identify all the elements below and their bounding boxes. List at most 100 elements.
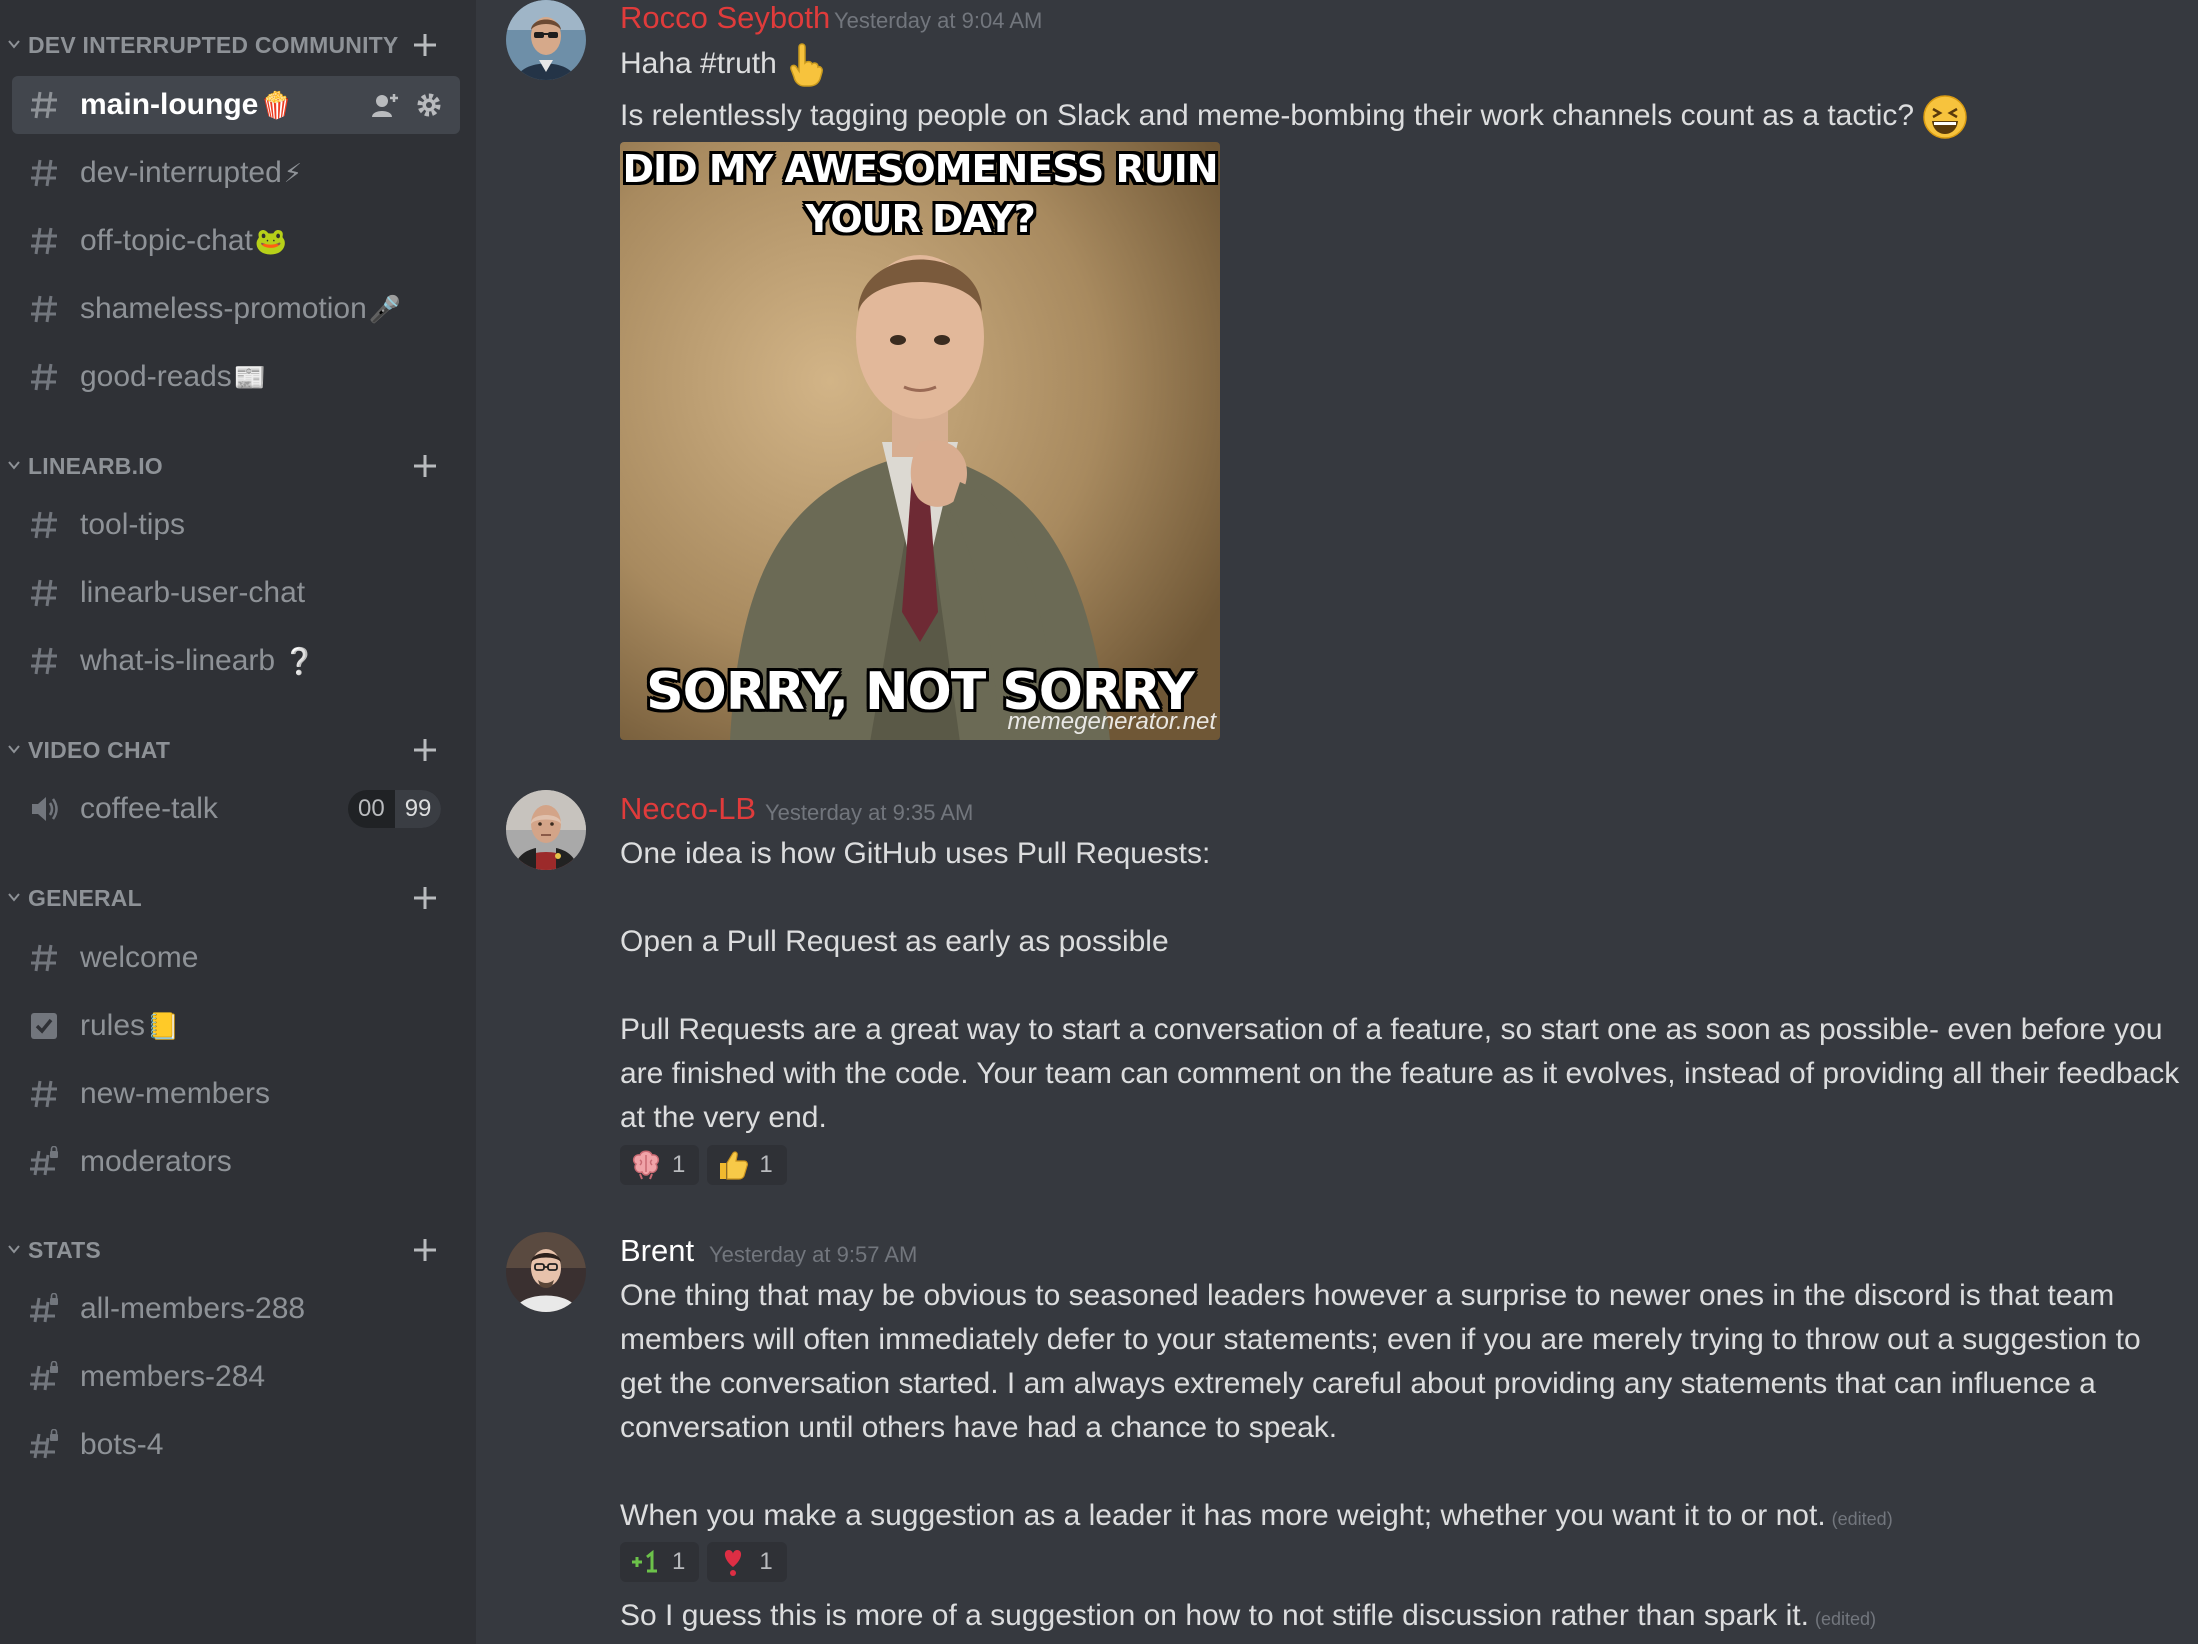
reaction-plus-one[interactable]: 1 — [620, 1542, 700, 1582]
chevron-down-icon — [8, 1245, 20, 1254]
brain-icon — [632, 1150, 660, 1180]
reaction-heart-exclamation[interactable]: 1 — [707, 1542, 787, 1582]
channel-moderators[interactable]: moderators — [12, 1133, 460, 1191]
chevron-down-icon — [8, 745, 20, 754]
message-author[interactable]: Rocco Seyboth — [620, 0, 830, 36]
message-timestamp: Yesterday at 9:57 AM — [709, 1242, 918, 1267]
category-linearb-io[interactable]: LINEARB.IO — [0, 449, 476, 489]
avatar[interactable] — [506, 790, 586, 870]
hash-icon — [31, 579, 57, 607]
invite-user-icon[interactable] — [370, 90, 400, 120]
message-text: Is relentlessly tagging people on Slack … — [620, 99, 1915, 132]
channel-shameless-promotion[interactable]: shameless-promotion🎤 — [12, 280, 460, 338]
category-label: STATS — [28, 1237, 101, 1263]
add-channel-icon[interactable] — [410, 30, 440, 60]
lightning-emoji: ⚡ — [283, 158, 303, 188]
category-label: LINEARB.IO — [28, 453, 163, 479]
meme-image[interactable]: DID MY AWESOMENESS RUIN YOUR DAY? SORRY,… — [620, 142, 1220, 740]
meme-watermark: memegenerator.net — [1007, 708, 1216, 735]
ledger-emoji: 📒 — [147, 1011, 180, 1041]
hash-icon — [31, 227, 57, 255]
channel-members[interactable]: members-284 — [12, 1348, 460, 1406]
edited-label: (edited) — [1814, 1609, 1876, 1629]
speaker-icon — [32, 797, 58, 821]
channel-dev-interrupted[interactable]: dev-interrupted⚡ — [12, 144, 460, 202]
rules-checkbox-icon — [31, 1013, 57, 1039]
channel-name: coffee-talk — [80, 792, 218, 825]
locked-hash-icon — [30, 1146, 58, 1176]
category-label: VIDEO CHAT — [28, 737, 171, 763]
channel-off-topic-chat[interactable]: off-topic-chat🐸 — [12, 212, 460, 270]
voice-user-count: 00 — [358, 795, 385, 822]
microphone-emoji: 🎤 — [368, 294, 402, 324]
thumbs-up-icon — [720, 1151, 749, 1180]
message-text: When you make a suggestion as a leader i… — [620, 1499, 1826, 1532]
add-channel-icon[interactable] — [410, 735, 440, 765]
chevron-down-icon — [8, 461, 20, 470]
channel-name: rules — [80, 1009, 146, 1042]
category-stats[interactable]: STATS — [0, 1233, 476, 1273]
add-channel-icon[interactable] — [410, 883, 440, 913]
channel-linearb-user-chat[interactable]: linearb-user-chat — [12, 564, 460, 622]
category-general[interactable]: GENERAL — [0, 881, 476, 921]
channel-what-is-linearb[interactable]: what-is-linearb ❔ — [12, 632, 460, 690]
channel-welcome[interactable]: welcome — [12, 929, 460, 987]
voice-user-limit-badge: 00 99 — [348, 790, 442, 828]
add-channel-icon[interactable] — [410, 1235, 440, 1265]
avatar[interactable] — [506, 0, 586, 80]
channel-sidebar: DEV INTERRUPTED COMMUNITY main-lounge🍿 d… — [0, 0, 476, 1644]
message-text: So I guess this is more of a suggestion … — [620, 1599, 1809, 1632]
question-mark-emoji: ❔ — [283, 646, 316, 676]
channel-name: welcome — [80, 941, 199, 974]
channel-name: main-lounge — [80, 88, 259, 121]
reaction-count: 1 — [759, 1151, 773, 1178]
reaction-brain[interactable]: 1 — [620, 1145, 700, 1185]
channel-main-lounge[interactable]: main-lounge🍿 — [12, 76, 460, 134]
channel-new-members[interactable]: new-members — [12, 1065, 460, 1123]
reaction-count: 1 — [672, 1548, 686, 1575]
channel-name: new-members — [80, 1077, 271, 1110]
category-dev-interrupted-community[interactable]: DEV INTERRUPTED COMMUNITY — [0, 28, 476, 68]
channel-all-members[interactable]: all-members-288 — [12, 1280, 460, 1338]
hash-icon — [31, 295, 57, 323]
gear-icon[interactable] — [414, 90, 444, 120]
frog-emoji: 🐸 — [254, 226, 288, 256]
voice-user-limit: 99 — [394, 790, 442, 828]
locked-hash-icon — [30, 1293, 58, 1323]
reaction-count: 1 — [672, 1151, 686, 1178]
popcorn-emoji: 🍿 — [260, 90, 293, 120]
channel-name: linearb-user-chat — [80, 576, 306, 609]
heart-exclamation-icon — [725, 1550, 742, 1576]
channel-name: shameless-promotion — [80, 292, 367, 325]
chevron-down-icon — [8, 40, 20, 49]
message-list: Rocco Seyboth Yesterday at 9:04 AM Haha … — [476, 0, 2198, 1644]
channel-bots[interactable]: bots-4 — [12, 1416, 460, 1474]
message-author[interactable]: Brent — [620, 1233, 694, 1269]
avatar[interactable] — [506, 1232, 586, 1312]
message-author[interactable]: Necco-LB — [620, 791, 756, 827]
category-label: DEV INTERRUPTED COMMUNITY — [28, 32, 399, 58]
newspaper-emoji: 📰 — [233, 362, 267, 392]
hash-icon — [31, 363, 57, 391]
category-label: GENERAL — [28, 885, 142, 911]
message-text: Haha #truth — [620, 47, 777, 80]
message-timestamp: Yesterday at 9:35 AM — [765, 800, 974, 825]
grinning-squinting-emoji — [1923, 95, 1968, 139]
locked-hash-icon — [30, 1361, 58, 1391]
category-video-chat[interactable]: VIDEO CHAT — [0, 733, 476, 773]
channel-rules[interactable]: rules📒 — [12, 997, 460, 1055]
edited-label: (edited) — [1831, 1509, 1893, 1529]
chevron-down-icon — [8, 893, 20, 902]
channel-good-reads[interactable]: good-reads📰 — [12, 348, 460, 406]
hash-icon — [31, 511, 57, 539]
channel-name: moderators — [80, 1145, 232, 1178]
reaction-thumbs-up[interactable]: 1 — [707, 1145, 787, 1185]
meme-top-caption: DID MY AWESOMENESS RUIN YOUR DAY? — [622, 147, 1218, 241]
hash-icon — [31, 1080, 57, 1108]
channel-tool-tips[interactable]: tool-tips — [12, 496, 460, 554]
voice-channel-coffee-talk[interactable]: coffee-talk 00 99 — [12, 780, 460, 838]
message-text: One thing that may be obvious to seasone… — [620, 1279, 2141, 1444]
hash-icon — [31, 91, 57, 119]
add-channel-icon[interactable] — [410, 451, 440, 481]
pointing-hand-emoji — [790, 43, 824, 87]
